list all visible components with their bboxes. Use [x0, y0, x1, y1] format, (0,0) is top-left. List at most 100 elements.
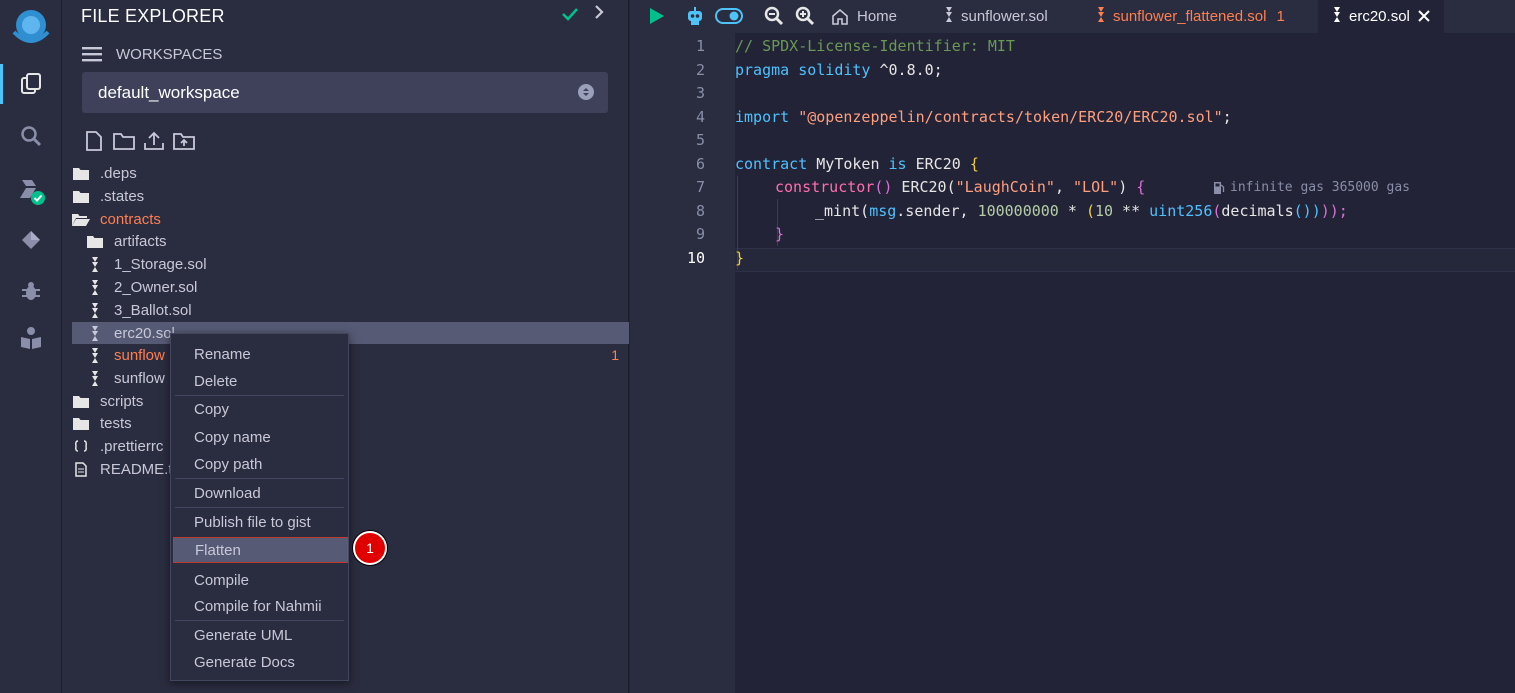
- menu-divider: [175, 620, 344, 621]
- ai-assistant-robot-icon[interactable]: [684, 3, 706, 29]
- toggle-switch-icon[interactable]: [714, 3, 744, 29]
- upload-folder-icon[interactable]: [172, 131, 196, 151]
- menu-divider: [175, 478, 344, 479]
- tree-item-2-owner[interactable]: 2_Owner.sol: [86, 276, 643, 298]
- hamburger-icon[interactable]: [82, 46, 102, 62]
- tab-warning-badge: 1: [1276, 8, 1285, 25]
- deploy-run-icon[interactable]: [16, 225, 46, 255]
- menu-item-delete[interactable]: Delete: [171, 368, 348, 394]
- line-number: 9: [695, 225, 705, 243]
- line-number: 6: [695, 154, 705, 173]
- line-number-gutter: 1 2 3 4 5 6 7 8 9 10: [630, 33, 735, 693]
- workspace-select[interactable]: default_workspace: [82, 72, 608, 113]
- workspaces-label: WORKSPACES: [116, 45, 223, 63]
- folder-icon: [72, 165, 90, 181]
- code-line-2: pragma solidity ^0.8.0;: [735, 60, 943, 79]
- line-number: 3: [695, 84, 705, 102]
- workspaces-header: WORKSPACES: [82, 44, 222, 64]
- warning-count-badge: 1: [611, 347, 619, 363]
- debugger-icon[interactable]: [16, 276, 46, 306]
- tree-item-1-storage[interactable]: 1_Storage.sol: [86, 253, 643, 275]
- folder-icon: [72, 415, 90, 431]
- tree-item-tests[interactable]: tests: [72, 412, 629, 434]
- gas-pump-icon: [1213, 181, 1225, 195]
- line-number: 7: [695, 178, 705, 196]
- menu-item-download[interactable]: Download: [171, 480, 348, 506]
- zoom-in-icon[interactable]: [794, 3, 816, 29]
- menu-item-compile[interactable]: Compile: [171, 567, 348, 593]
- tab-erc20[interactable]: erc20.sol: [1318, 0, 1444, 33]
- step-callout-badge: 1: [353, 531, 387, 565]
- tree-item-readme[interactable]: README.t: [72, 458, 629, 480]
- solidity-file-icon: [86, 347, 104, 363]
- code-line-1: // SPDX-License-Identifier: MIT: [735, 37, 1015, 55]
- line-number: 4: [695, 107, 705, 126]
- menu-item-flatten[interactable]: Flatten: [173, 537, 348, 563]
- menu-item-copy[interactable]: Copy: [171, 396, 348, 422]
- check-icon: [562, 5, 578, 26]
- close-tab-icon[interactable]: [1418, 7, 1430, 27]
- active-indicator: [0, 64, 3, 104]
- line-number: 5: [695, 131, 705, 149]
- tree-item-sunflower-flattened[interactable]: sunflow 1: [86, 344, 629, 366]
- chevron-right-icon[interactable]: [594, 4, 604, 25]
- code-line-8: _mint(msg.sender, 100000000 * (10 ** uin…: [815, 201, 1348, 220]
- menu-item-rename[interactable]: Rename: [171, 341, 348, 367]
- line-number: 1: [695, 37, 705, 55]
- tree-item-3-ballot[interactable]: 3_Ballot.sol: [86, 299, 643, 321]
- folder-icon: [72, 188, 90, 204]
- tree-item-erc20[interactable]: erc20.sol: [72, 322, 629, 344]
- solidity-file-icon: [86, 279, 104, 295]
- solidity-file-icon: [1332, 7, 1342, 26]
- line-number: 2: [695, 60, 705, 79]
- editor-tab-bar: Home sunflower.sol sunflower_flattened.s…: [630, 0, 1515, 33]
- line-number: 8: [695, 201, 705, 220]
- new-folder-icon[interactable]: [112, 131, 136, 151]
- solidity-file-icon: [86, 325, 104, 341]
- tree-item-states[interactable]: .states: [72, 185, 629, 207]
- line-number: 10: [686, 248, 705, 267]
- tree-item-scripts[interactable]: scripts: [72, 390, 629, 412]
- menu-item-copy-path[interactable]: Copy path: [171, 451, 348, 477]
- solidity-file-icon: [1096, 7, 1106, 26]
- panel-title: FILE EXPLORER: [81, 6, 225, 26]
- solidity-file-icon: [86, 370, 104, 386]
- run-script-icon[interactable]: [646, 3, 668, 29]
- file-explorer-icon[interactable]: [16, 69, 46, 99]
- home-icon: [831, 8, 849, 25]
- zoom-out-icon[interactable]: [763, 3, 785, 29]
- menu-item-publish-gist[interactable]: Publish file to gist: [171, 509, 348, 535]
- tab-home[interactable]: Home: [831, 0, 897, 33]
- gas-estimate: infinite gas 365000 gas: [1213, 180, 1410, 195]
- search-icon[interactable]: [16, 121, 46, 151]
- menu-divider: [175, 507, 344, 508]
- tree-item-contracts[interactable]: contracts: [72, 208, 629, 230]
- tree-item-deps[interactable]: .deps: [72, 162, 629, 184]
- tab-sunflower-flattened[interactable]: sunflower_flattened.sol 1: [1096, 0, 1285, 33]
- menu-item-generate-uml[interactable]: Generate UML: [171, 622, 348, 648]
- solidity-file-icon: [86, 302, 104, 318]
- code-line-7: constructor() ERC20("LaughCoin", "LOL") …: [775, 178, 1146, 196]
- solidity-compiler-icon[interactable]: [16, 176, 46, 206]
- context-menu: Rename Delete Copy Copy name Copy path D…: [170, 333, 349, 681]
- remix-logo-icon[interactable]: [8, 6, 54, 46]
- learneth-icon[interactable]: [16, 323, 46, 353]
- menu-item-generate-docs[interactable]: Generate Docs: [171, 649, 348, 675]
- tree-item-prettierrc[interactable]: .prettierrc: [72, 435, 629, 457]
- code-line-4: import "@openzeppelin/contracts/token/ER…: [735, 107, 1232, 126]
- new-file-icon[interactable]: [82, 131, 106, 151]
- folder-open-icon: [72, 211, 90, 227]
- tab-sunflower[interactable]: sunflower.sol: [944, 0, 1048, 33]
- upload-file-icon[interactable]: [142, 131, 166, 151]
- tree-item-artifacts[interactable]: artifacts: [86, 230, 643, 252]
- menu-item-compile-nahmii[interactable]: Compile for Nahmii: [171, 593, 348, 619]
- current-line-highlight: [735, 248, 1515, 272]
- select-arrows-icon: [578, 84, 594, 100]
- code-editor[interactable]: // SPDX-License-Identifier: MIT pragma s…: [735, 33, 1515, 693]
- menu-item-copy-name[interactable]: Copy name: [171, 424, 348, 450]
- icon-rail: [0, 0, 62, 693]
- code-line-9: }: [775, 225, 785, 243]
- solidity-file-icon: [944, 7, 954, 26]
- code-line-10: }: [735, 248, 745, 267]
- file-operations-toolbar: [82, 131, 196, 151]
